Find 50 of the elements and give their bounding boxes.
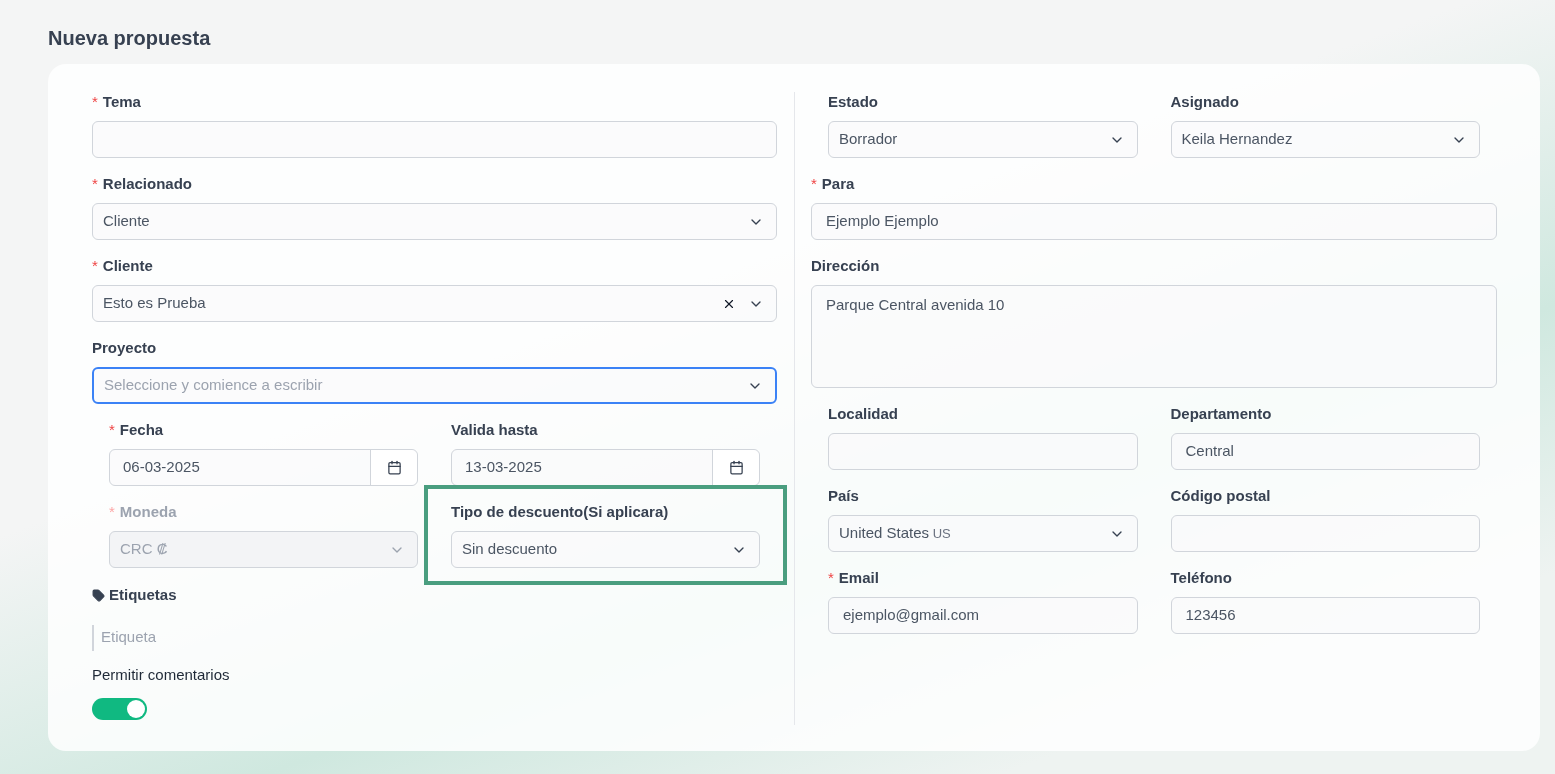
- required-asterisk: *: [92, 255, 98, 276]
- calendar-icon: [386, 460, 402, 475]
- calendar-button[interactable]: [712, 450, 759, 485]
- text-field[interactable]: [828, 433, 1138, 470]
- field-label: Tipo de descuento(Si aplicara): [451, 501, 669, 522]
- comments-toggle[interactable]: [92, 698, 147, 720]
- text-field[interactable]: 123456: [1170, 597, 1480, 634]
- select-field[interactable]: Cliente: [92, 203, 777, 240]
- field-label: Relacionado: [102, 173, 193, 194]
- tag-icon: [92, 588, 105, 602]
- field-label: Proyecto: [92, 337, 157, 358]
- field-label: Teléfono: [1170, 567, 1232, 588]
- required-asterisk: *: [109, 501, 115, 522]
- field-label: Localidad: [828, 403, 898, 424]
- required-asterisk: *: [109, 419, 115, 440]
- address-textarea[interactable]: Parque Central avenida 10: [811, 285, 1497, 388]
- select-field[interactable]: Esto es Prueba: [92, 285, 777, 322]
- page-title: Nueva propuesta: [48, 26, 212, 51]
- calendar-icon: [728, 460, 744, 475]
- text-field[interactable]: Central: [1170, 433, 1480, 470]
- comments-label: Permitir comentarios: [92, 664, 231, 685]
- calendar-button[interactable]: [370, 450, 417, 485]
- text-field[interactable]: ejemplo@gmail.com: [828, 597, 1138, 634]
- field-label: Estado: [828, 91, 878, 112]
- field-label: Valida hasta: [451, 419, 538, 440]
- select-field[interactable]: Borrador: [828, 121, 1138, 158]
- field-label: Fecha: [119, 419, 164, 440]
- text-field[interactable]: Ejemplo Ejemplo: [811, 203, 1497, 240]
- field-label: Tema: [102, 91, 141, 112]
- field-label: Cliente: [102, 255, 153, 276]
- field-label: Email: [838, 567, 879, 588]
- date-field[interactable]: 06-03-2025: [109, 449, 418, 486]
- field-label: País: [828, 485, 859, 506]
- select-field[interactable]: Sin descuento: [451, 531, 760, 568]
- required-asterisk: *: [92, 91, 98, 112]
- tags-label: Etiquetas: [109, 585, 177, 605]
- text-field[interactable]: [92, 121, 777, 158]
- field-label: Para: [821, 173, 855, 194]
- required-asterisk: *: [828, 567, 834, 588]
- field-label: Moneda: [119, 501, 177, 522]
- date-field[interactable]: 13-03-2025: [451, 449, 760, 486]
- field-label: Asignado: [1170, 91, 1239, 112]
- required-asterisk: *: [92, 173, 98, 194]
- field-label: Departamento: [1170, 403, 1272, 424]
- select-field[interactable]: Keila Hernandez: [1170, 121, 1480, 158]
- select-field[interactable]: United States US: [828, 515, 1138, 552]
- field-label: Código postal: [1170, 485, 1271, 506]
- field-label: Dirección: [811, 255, 880, 276]
- text-field[interactable]: [1170, 515, 1480, 552]
- required-asterisk: *: [811, 173, 817, 194]
